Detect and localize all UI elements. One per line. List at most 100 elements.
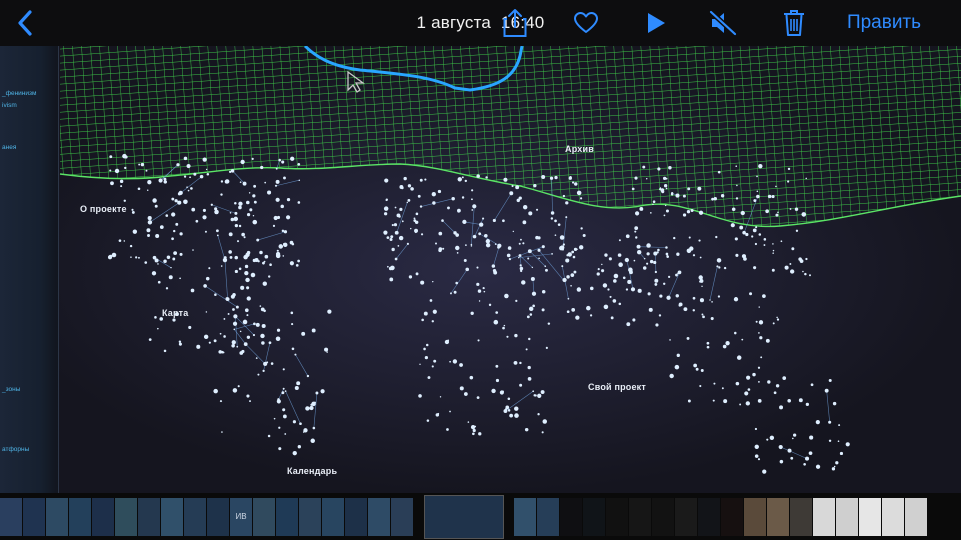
city-dot [189, 176, 191, 179]
city-dot [716, 265, 719, 268]
city-dot [195, 219, 199, 223]
left-menu-item[interactable]: ivism [2, 102, 17, 109]
city-dot [771, 194, 775, 199]
city-dot [831, 467, 836, 471]
left-menu-item[interactable]: _зоны [2, 386, 20, 393]
thumbnail[interactable] [652, 497, 674, 536]
map-label-calendar[interactable]: Календарь [287, 466, 337, 476]
city-dot [223, 256, 227, 260]
city-dot [686, 248, 692, 254]
thumbnail[interactable] [138, 497, 160, 536]
city-dot [527, 377, 532, 381]
thumbnail[interactable] [836, 497, 858, 536]
city-dot [815, 419, 820, 425]
thumbnail[interactable] [253, 497, 275, 536]
city-dot [784, 265, 789, 270]
thumbnail[interactable] [721, 497, 743, 536]
thumbnail[interactable] [859, 497, 881, 536]
mute-button[interactable] [707, 6, 739, 40]
city-dot [741, 338, 744, 341]
city-dot [787, 398, 791, 403]
thumbnail[interactable] [184, 497, 206, 536]
city-dot [787, 180, 790, 183]
left-menu-item[interactable]: анея [2, 144, 16, 151]
thumbnail[interactable]: ИВ [230, 497, 252, 536]
thumbnail[interactable] [629, 497, 651, 536]
favorite-button[interactable] [571, 6, 601, 40]
thumbnail[interactable] [560, 497, 582, 536]
city-dot [259, 305, 262, 307]
thumbnail[interactable] [514, 497, 536, 536]
city-dot [423, 347, 426, 351]
city-dot [805, 257, 808, 261]
thumbnail-selected[interactable] [424, 494, 504, 539]
city-dot [394, 206, 397, 209]
play-button[interactable] [642, 6, 670, 40]
thumbnail-filmstrip[interactable]: ИВ [0, 493, 961, 540]
thumbnail[interactable] [905, 497, 927, 536]
city-dot [252, 333, 256, 337]
thumbnail[interactable] [606, 497, 628, 536]
city-dot [429, 299, 433, 302]
back-button[interactable] [10, 6, 40, 40]
delete-button[interactable] [779, 6, 809, 40]
thumbnail[interactable] [744, 497, 766, 536]
city-dot [118, 239, 122, 242]
city-dot [751, 235, 754, 238]
thumbnail[interactable] [790, 497, 812, 536]
thumbnail[interactable] [0, 497, 22, 536]
city-dot [692, 309, 695, 312]
thumbnail[interactable] [345, 497, 367, 536]
city-dot [163, 349, 167, 353]
thumbnail[interactable] [882, 497, 904, 536]
city-dot [203, 334, 209, 340]
city-dot [669, 373, 674, 379]
city-dot [779, 405, 784, 410]
left-menu-item[interactable]: атфорны [2, 446, 29, 453]
map-label-archive[interactable]: Архив [565, 144, 594, 154]
city-dot [238, 201, 243, 206]
city-dot [582, 234, 586, 238]
city-dot [646, 178, 648, 180]
edit-button[interactable]: Править [832, 6, 936, 40]
thumbnail[interactable] [813, 497, 835, 536]
thumbnail[interactable] [698, 497, 720, 536]
city-dot [281, 160, 285, 164]
city-dot [274, 184, 278, 187]
thumbnail[interactable] [23, 497, 45, 536]
city-dot [650, 212, 652, 214]
photo-view[interactable]: _фенинизм ivism анея _зоны атфорны О про… [0, 46, 961, 493]
city-dot [465, 244, 467, 246]
thumbnail[interactable] [46, 497, 68, 536]
city-dot [166, 255, 171, 260]
share-button[interactable] [500, 6, 530, 40]
thumbnail[interactable] [299, 497, 321, 536]
thumbnail[interactable] [322, 497, 344, 536]
map-label-about[interactable]: О проекте [80, 204, 127, 214]
city-dot [187, 189, 190, 192]
city-dot [461, 196, 465, 199]
city-dot [424, 178, 427, 181]
city-dot [697, 186, 702, 191]
thumbnail[interactable] [583, 497, 605, 536]
city-dot [506, 335, 509, 338]
thumbnail[interactable] [69, 497, 91, 536]
map-label-own-project[interactable]: Свой проект [588, 382, 646, 392]
thumbnail[interactable] [207, 497, 229, 536]
city-dot [246, 286, 250, 290]
thumbnail[interactable] [391, 497, 413, 536]
left-menu-item[interactable]: _фенинизм [2, 90, 36, 97]
thumbnail[interactable] [92, 497, 114, 536]
thumbnail[interactable] [115, 497, 137, 536]
thumbnail[interactable] [675, 497, 697, 536]
thumbnail[interactable] [767, 497, 789, 536]
city-dot [457, 177, 462, 182]
thumbnail[interactable] [368, 497, 390, 536]
map-label-map[interactable]: Карта [162, 308, 188, 318]
city-dot [789, 269, 795, 274]
thumbnail[interactable] [161, 497, 183, 536]
thumbnail[interactable] [276, 497, 298, 536]
city-dot [646, 252, 650, 256]
thumbnail[interactable] [537, 497, 559, 536]
city-dot [249, 208, 253, 212]
